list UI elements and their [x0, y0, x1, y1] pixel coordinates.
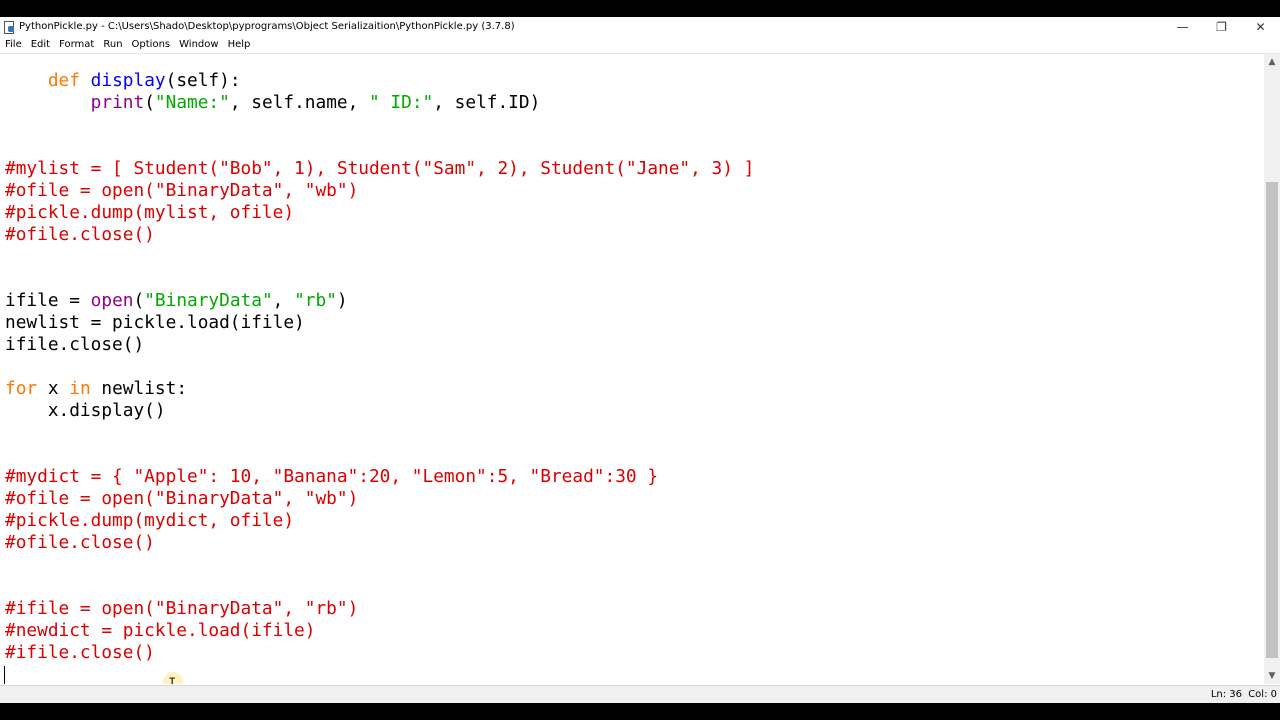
- code-token-cmt: #mylist = [ Student("Bob", 1), Student("…: [5, 158, 755, 179]
- code-line: #ofile.close(): [5, 224, 754, 246]
- minimize-button[interactable]: —: [1163, 17, 1202, 36]
- code-line: #newdict = pickle.load(ifile): [5, 620, 754, 642]
- code-token-kw: in: [69, 378, 91, 399]
- code-token-str: " ID:": [369, 92, 434, 113]
- scrollbar-thumb[interactable]: [1266, 182, 1278, 658]
- menu-run[interactable]: Run: [98, 39, 126, 50]
- menu-bar: File Edit Format Run Options Window Help: [0, 36, 1280, 54]
- ibeam-cursor-icon: I: [163, 672, 183, 684]
- code-line: #pickle.dump(mydict, ofile): [5, 510, 754, 532]
- code-line: newlist = pickle.load(ifile): [5, 312, 754, 334]
- code-token: (self):: [165, 70, 241, 91]
- code-line: def display(self):: [5, 70, 754, 92]
- idle-editor-window: PythonPickle.py - C:\Users\Shado\Desktop…: [0, 17, 1280, 704]
- code-token-bi: print: [90, 92, 145, 113]
- code-token-cmt: #ifile = open("BinaryData", "rb"): [5, 598, 359, 619]
- code-line: #mylist = [ Student("Bob", 1), Student("…: [5, 158, 754, 180]
- code-token: , self.name,: [229, 92, 370, 113]
- code-token: ,: [272, 290, 295, 311]
- menu-options[interactable]: Options: [127, 39, 175, 50]
- code-token: ifile =: [5, 290, 91, 311]
- code-line: #ifile.close(): [5, 642, 754, 664]
- close-button[interactable]: ✕: [1241, 17, 1280, 36]
- column-number-status: Col: 0: [1248, 689, 1277, 700]
- code-line: #ofile = open("BinaryData", "wb"): [5, 488, 754, 510]
- code-token: ifile.close(): [5, 334, 145, 355]
- maximize-button[interactable]: ❐: [1202, 17, 1241, 36]
- code-text: def display(self): print("Name:", self.n…: [5, 70, 754, 684]
- code-token: x.display(): [5, 400, 166, 421]
- code-token-cmt: #ifile.close(): [5, 642, 155, 663]
- code-line: ifile = open("BinaryData", "rb"): [5, 290, 754, 312]
- code-line: print("Name:", self.name, " ID:", self.I…: [5, 92, 754, 114]
- code-token-str: "Name:": [154, 92, 230, 113]
- code-token: ): [336, 290, 348, 311]
- letterbox-top: [0, 0, 1280, 17]
- code-token-kw: def: [47, 70, 80, 91]
- code-line: #ofile = open("BinaryData", "wb"): [5, 180, 754, 202]
- line-number-status: Ln: 36: [1210, 689, 1242, 700]
- code-line: for x in newlist:: [5, 378, 754, 400]
- code-token-str: "rb": [294, 290, 337, 311]
- code-token: newlist = pickle.load(ifile): [5, 312, 305, 333]
- code-token-bi: open: [90, 290, 134, 311]
- code-token-cmt: #mydict = { "Apple": 10, "Banana":20, "L…: [5, 466, 659, 487]
- menu-file[interactable]: File: [0, 39, 26, 50]
- code-token: x: [37, 378, 70, 399]
- code-line: #ifile = open("BinaryData", "rb"): [5, 598, 754, 620]
- letterbox-bottom: [0, 703, 1280, 720]
- vertical-scrollbar[interactable]: ▲ ▼: [1264, 54, 1280, 684]
- window-title: PythonPickle.py - C:\Users\Shado\Desktop…: [19, 21, 515, 32]
- code-editor[interactable]: def display(self): print("Name:", self.n…: [0, 54, 1264, 684]
- menu-edit[interactable]: Edit: [26, 39, 54, 50]
- code-token: (: [144, 92, 155, 113]
- code-token-def: display: [90, 70, 166, 91]
- code-token: (: [133, 290, 145, 311]
- scroll-up-arrow-icon[interactable]: ▲: [1264, 54, 1280, 70]
- code-token: , self.ID): [433, 92, 541, 113]
- code-line: #mydict = { "Apple": 10, "Banana":20, "L…: [5, 466, 754, 488]
- code-token-kw: for: [5, 378, 38, 399]
- code-line: x.display(): [5, 400, 754, 422]
- code-token-cmt: #pickle.dump(mylist, ofile): [5, 202, 295, 223]
- scroll-down-arrow-icon[interactable]: ▼: [1264, 668, 1280, 684]
- code-line: ifile.close(): [5, 334, 754, 356]
- code-token: newlist:: [90, 378, 188, 399]
- code-token-cmt: #ofile = open("BinaryData", "wb"): [5, 180, 359, 201]
- text-caret: [4, 666, 5, 684]
- title-bar[interactable]: PythonPickle.py - C:\Users\Shado\Desktop…: [0, 17, 1280, 36]
- code-line: #pickle.dump(mylist, ofile): [5, 202, 754, 224]
- code-token-cmt: #ofile = open("BinaryData", "wb"): [5, 488, 359, 509]
- status-bar: Ln: 36 Col: 0: [0, 685, 1280, 704]
- menu-format[interactable]: Format: [54, 39, 98, 50]
- code-token-str: "BinaryData": [144, 290, 273, 311]
- menu-window[interactable]: Window: [174, 39, 222, 50]
- code-line: #ofile.close(): [5, 532, 754, 554]
- code-token-cmt: #newdict = pickle.load(ifile): [5, 620, 316, 641]
- window-controls: — ❐ ✕: [1163, 17, 1280, 36]
- menu-help[interactable]: Help: [223, 39, 255, 50]
- code-token-cmt: #pickle.dump(mydict, ofile): [5, 510, 295, 531]
- python-file-icon: [3, 20, 15, 34]
- code-token-cmt: #ofile.close(): [5, 224, 155, 245]
- code-token-cmt: #ofile.close(): [5, 532, 155, 553]
